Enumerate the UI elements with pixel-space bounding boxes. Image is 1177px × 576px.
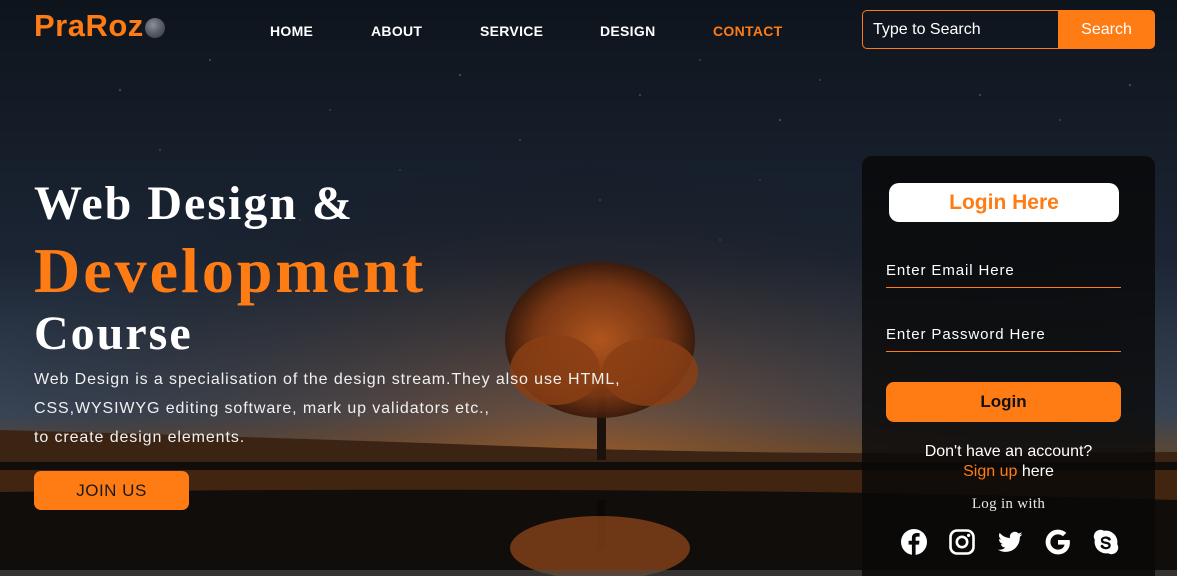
signup-line: Sign up here — [862, 462, 1155, 482]
social-login-icons — [900, 528, 1120, 556]
signup-link[interactable]: Sign up — [963, 463, 1017, 480]
login-button[interactable]: Login — [886, 382, 1121, 422]
search-input[interactable] — [862, 10, 1058, 49]
hero-heading-line1: Web Design & — [34, 177, 355, 230]
skype-icon[interactable] — [1092, 528, 1120, 556]
no-account-text: Don't have an account? — [924, 443, 1093, 460]
hero-heading-line3: Course — [34, 307, 193, 360]
hero-description: Web Design is a specialisation of the de… — [34, 365, 654, 452]
nav-service-link[interactable]: SERVICE — [480, 23, 543, 39]
search-button[interactable]: Search — [1058, 10, 1155, 49]
password-field[interactable] — [886, 318, 1121, 352]
login-title: Login Here — [889, 183, 1119, 222]
nav-design-link[interactable]: DESIGN — [600, 23, 655, 39]
nav-home-link[interactable]: HOME — [270, 23, 313, 39]
nav-about-link[interactable]: ABOUT — [371, 23, 422, 39]
google-icon[interactable] — [1044, 528, 1072, 556]
search-bar: Search — [862, 10, 1155, 49]
signup-suffix: here — [1017, 463, 1054, 480]
hero-heading-line2: Development — [34, 235, 427, 306]
login-card: Login Here Login Don't have an account? … — [862, 156, 1155, 576]
join-us-button[interactable]: JOIN US — [34, 471, 189, 510]
twitter-icon[interactable] — [996, 528, 1024, 556]
login-with-label: Log in with — [971, 496, 1046, 512]
email-field[interactable] — [886, 254, 1121, 288]
hero-description-line: CSS,WYSIWYG editing software, mark up va… — [34, 400, 490, 417]
facebook-icon[interactable] — [900, 528, 928, 556]
instagram-icon[interactable] — [948, 528, 976, 556]
hero-description-line: to create design elements. — [34, 429, 246, 446]
hero-description-line: Web Design is a specialisation of the de… — [34, 371, 621, 388]
nav-contact-link[interactable]: CONTACT — [713, 23, 783, 39]
